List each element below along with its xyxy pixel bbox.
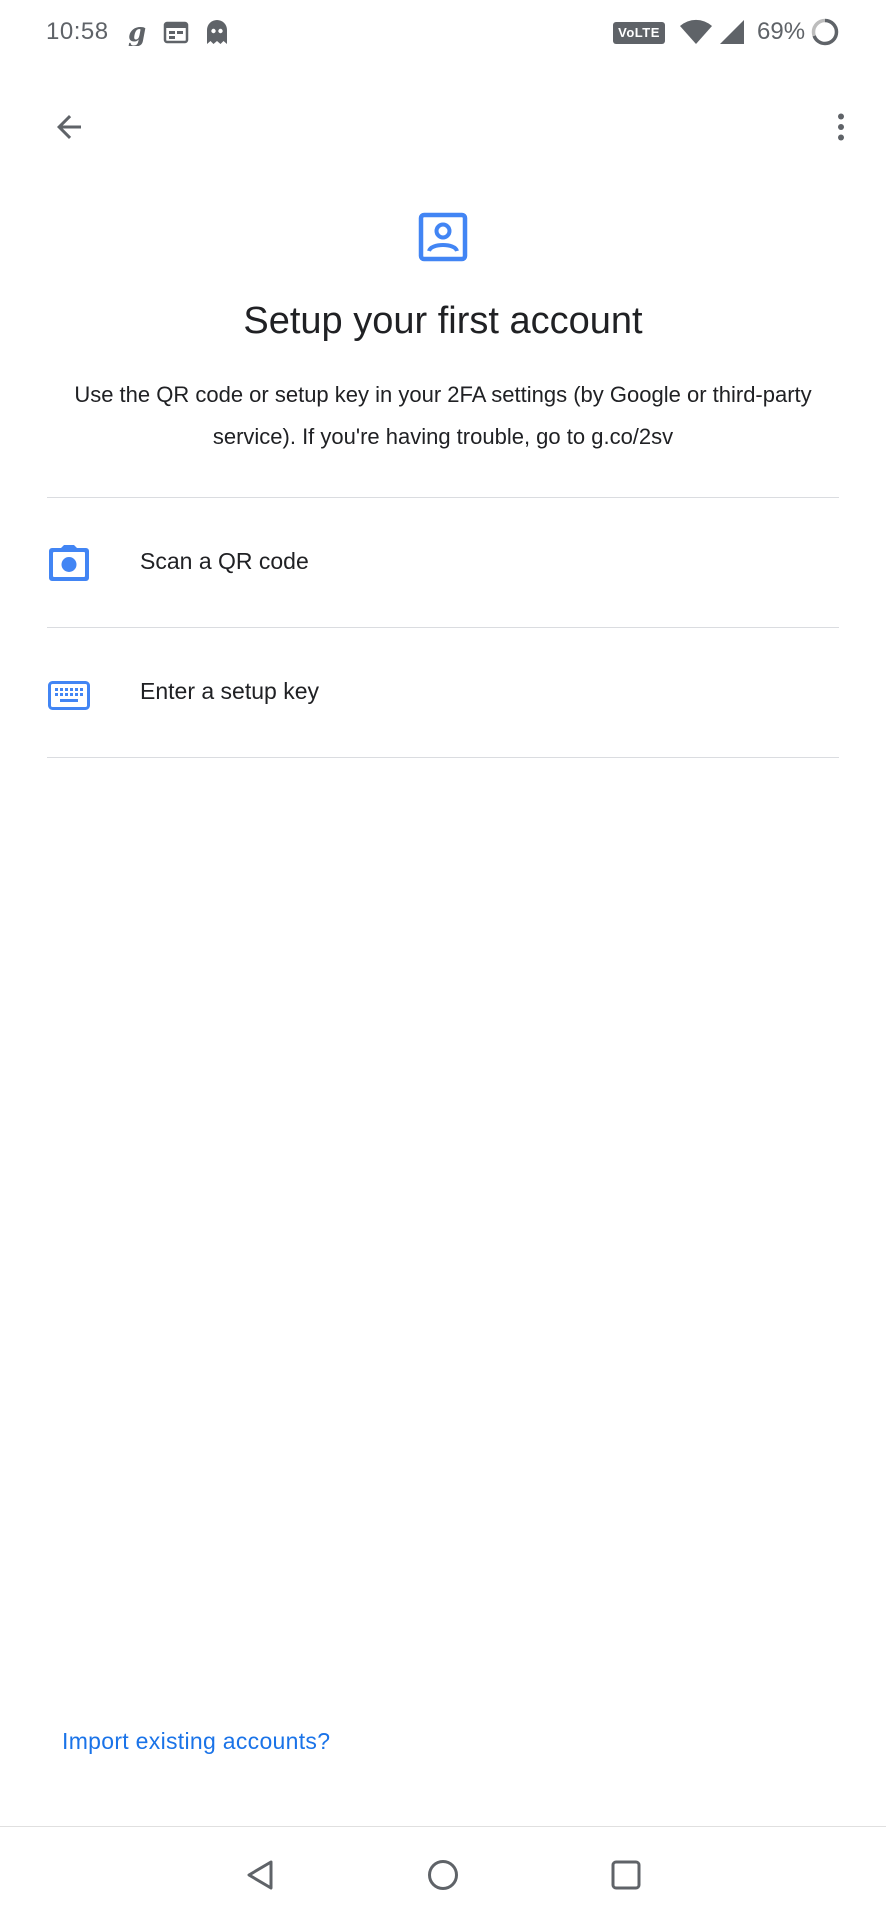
more-options-button[interactable] bbox=[808, 94, 874, 160]
keyboard-icon bbox=[48, 681, 90, 710]
page-description: Use the QR code or setup key in your 2FA… bbox=[74, 382, 812, 449]
import-existing-accounts-link[interactable]: Import existing accounts? bbox=[62, 1728, 330, 1755]
camera-icon bbox=[49, 545, 89, 581]
more-vert-icon bbox=[838, 113, 844, 141]
arrow-back-icon bbox=[57, 115, 81, 139]
signal-icon bbox=[720, 20, 744, 44]
volte-badge: VoLTE bbox=[613, 22, 665, 44]
option-label: Scan a QR code bbox=[140, 548, 309, 574]
g-icon: g bbox=[128, 18, 146, 46]
ghost-icon bbox=[207, 20, 227, 44]
home-circle-icon bbox=[428, 1860, 458, 1890]
page-title: Setup your first account bbox=[243, 300, 643, 342]
back-button[interactable] bbox=[36, 94, 102, 160]
divider bbox=[47, 757, 839, 758]
nav-back-button[interactable] bbox=[230, 1845, 290, 1905]
battery-ring-icon bbox=[811, 18, 839, 46]
recents-square-icon bbox=[611, 1860, 641, 1890]
system-nav-bar bbox=[0, 1826, 886, 1921]
back-triangle-icon bbox=[247, 1860, 273, 1890]
nav-home-button[interactable] bbox=[413, 1845, 473, 1905]
wifi-icon bbox=[680, 19, 712, 44]
nav-recents-button[interactable] bbox=[596, 1845, 656, 1905]
status-time: 10:58 bbox=[46, 18, 109, 45]
option-label: Enter a setup key bbox=[140, 678, 319, 704]
svg-text:g: g bbox=[128, 18, 146, 46]
scan-qr-code-option[interactable]: Scan a QR code bbox=[0, 498, 886, 626]
status-bar: 10:58 g VoLTE 69% bbox=[0, 0, 886, 66]
account-box-icon bbox=[418, 212, 468, 262]
app-bar bbox=[0, 66, 886, 174]
battery-percent: 69% bbox=[757, 18, 806, 45]
enter-setup-key-option[interactable]: Enter a setup key bbox=[0, 628, 886, 756]
calendar-icon bbox=[163, 21, 189, 44]
